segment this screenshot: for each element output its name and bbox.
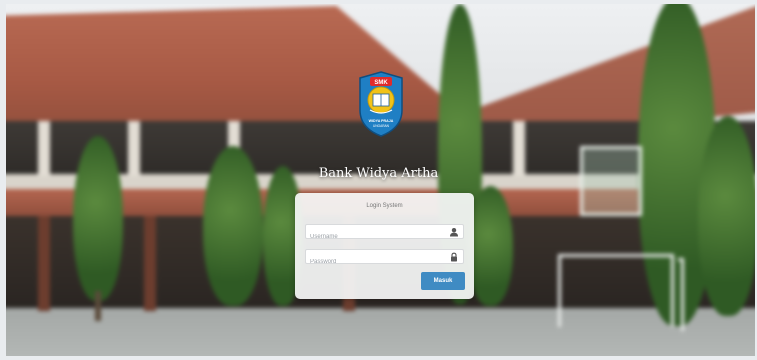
logo-label: SMK <box>370 77 392 86</box>
login-heading: Login System <box>366 203 403 209</box>
password-input[interactable] <box>306 255 440 269</box>
school-logo: SMK WIDYA PRAJA UNGARAN <box>359 71 403 137</box>
username-field[interactable] <box>305 224 464 244</box>
lock-icon <box>451 252 457 262</box>
user-icon <box>450 228 458 237</box>
logo-caption-line2: UNGARAN <box>373 124 390 128</box>
login-submit-button[interactable]: Masuk <box>421 272 465 290</box>
app-title: Bank Widya Artha <box>318 166 439 181</box>
logo-caption-line1: WIDYA PRAJA <box>369 119 394 123</box>
svg-text:SMK: SMK <box>374 80 388 86</box>
username-input[interactable] <box>306 230 440 244</box>
password-field[interactable] <box>305 249 464 269</box>
